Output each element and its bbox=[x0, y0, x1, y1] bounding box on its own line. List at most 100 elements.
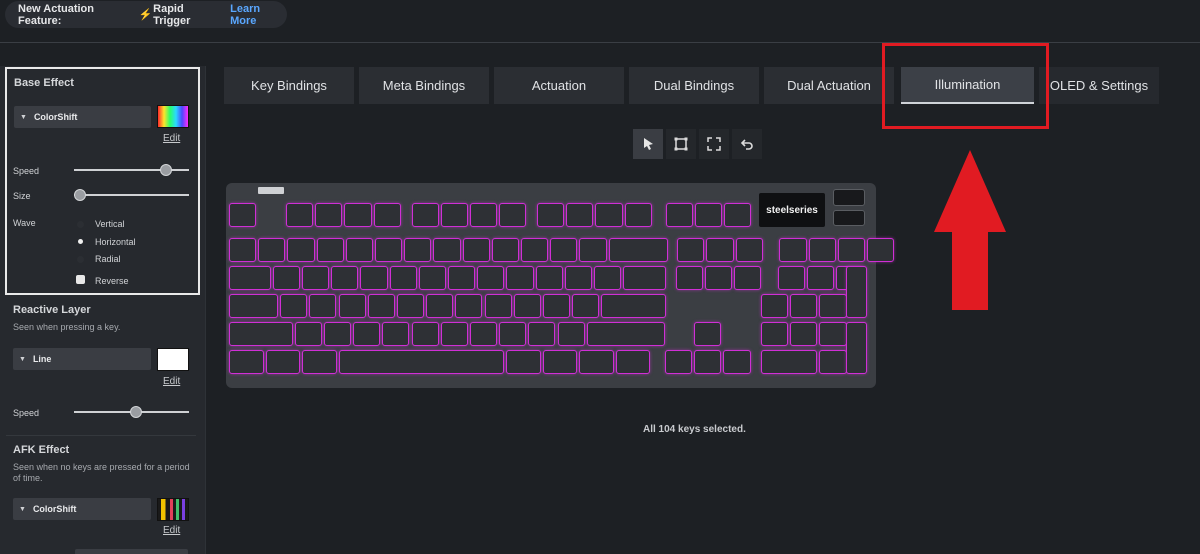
keyboard-key[interactable] bbox=[586, 322, 665, 346]
keyboard-key[interactable] bbox=[287, 238, 315, 262]
keyboard-key[interactable] bbox=[229, 266, 271, 290]
keyboard-key[interactable] bbox=[535, 266, 563, 290]
keyboard-key[interactable] bbox=[761, 350, 818, 374]
keyboard-key[interactable] bbox=[513, 294, 541, 318]
keyboard-key[interactable] bbox=[229, 294, 279, 318]
keyboard-key[interactable] bbox=[229, 238, 257, 262]
keyboard-key[interactable] bbox=[846, 266, 868, 318]
keyboard-key[interactable] bbox=[579, 238, 607, 262]
keyboard-key[interactable] bbox=[790, 294, 818, 318]
afk-effect-dropdown[interactable]: ▼ ColorShift bbox=[13, 498, 151, 520]
keyboard-key[interactable] bbox=[353, 322, 381, 346]
fullscreen-icon[interactable] bbox=[699, 129, 729, 159]
keyboard-key[interactable] bbox=[579, 350, 614, 374]
keyboard-key[interactable] bbox=[537, 203, 565, 227]
keyboard-key[interactable] bbox=[595, 203, 623, 227]
keyboard-key[interactable] bbox=[302, 350, 337, 374]
keyboard-key[interactable] bbox=[867, 238, 895, 262]
afk-edit-link[interactable]: Edit bbox=[163, 525, 180, 536]
keyboard-key[interactable] bbox=[373, 203, 401, 227]
keyboard-key[interactable] bbox=[846, 322, 868, 374]
reactive-edit-link[interactable]: Edit bbox=[163, 376, 180, 387]
wave-radial-radio[interactable] bbox=[77, 256, 84, 263]
keyboard-key[interactable] bbox=[564, 266, 592, 290]
keyboard-key[interactable] bbox=[779, 238, 807, 262]
tab-actuation[interactable]: Actuation bbox=[494, 67, 624, 104]
tab-oled-settings[interactable]: OLED & Settings bbox=[1039, 67, 1159, 104]
keyboard-key[interactable] bbox=[367, 294, 395, 318]
keyboard-key[interactable] bbox=[229, 350, 264, 374]
keyboard-key[interactable] bbox=[734, 266, 762, 290]
keyboard-key[interactable] bbox=[344, 203, 372, 227]
keyboard-key[interactable] bbox=[819, 350, 847, 374]
keyboard-key[interactable] bbox=[389, 266, 417, 290]
keyboard-key[interactable] bbox=[807, 266, 835, 290]
keyboard-key[interactable] bbox=[790, 322, 818, 346]
afk-next-control[interactable] bbox=[75, 549, 188, 554]
reverse-checkbox[interactable] bbox=[76, 275, 85, 284]
keyboard-key[interactable] bbox=[723, 203, 752, 227]
keyboard-key[interactable] bbox=[819, 294, 847, 318]
keyboard-key[interactable] bbox=[309, 294, 337, 318]
keyboard-key[interactable] bbox=[499, 203, 527, 227]
keyboard-key[interactable] bbox=[572, 294, 600, 318]
tab-key-bindings[interactable]: Key Bindings bbox=[224, 67, 354, 104]
keyboard-key[interactable] bbox=[723, 350, 751, 374]
speed-slider-thumb[interactable] bbox=[160, 164, 172, 176]
keyboard-key[interactable] bbox=[433, 238, 461, 262]
keyboard-key[interactable] bbox=[665, 350, 693, 374]
keyboard-key[interactable] bbox=[615, 350, 651, 374]
learn-more-link[interactable]: Learn More bbox=[230, 3, 287, 27]
keyboard-key[interactable] bbox=[665, 203, 693, 227]
size-slider-track[interactable] bbox=[74, 194, 189, 196]
keyboard-key[interactable] bbox=[819, 322, 847, 346]
keyboard-key[interactable] bbox=[294, 322, 322, 346]
reactive-color-swatch[interactable] bbox=[157, 348, 189, 371]
keyboard-key[interactable] bbox=[315, 203, 343, 227]
keyboard-key[interactable] bbox=[258, 238, 286, 262]
base-effect-dropdown[interactable]: ▼ ColorShift bbox=[14, 106, 151, 128]
keyboard-key[interactable] bbox=[735, 238, 763, 262]
keyboard-key[interactable] bbox=[440, 203, 468, 227]
keyboard-key[interactable] bbox=[542, 294, 571, 318]
media-button[interactable] bbox=[833, 210, 865, 226]
keyboard-key[interactable] bbox=[272, 266, 300, 290]
keyboard-key[interactable] bbox=[761, 294, 789, 318]
keyboard-key[interactable] bbox=[462, 238, 490, 262]
keyboard-key[interactable] bbox=[677, 238, 705, 262]
wave-vertical-radio[interactable] bbox=[77, 221, 84, 228]
keyboard-key[interactable] bbox=[608, 238, 668, 262]
keyboard-key[interactable] bbox=[506, 350, 541, 374]
keyboard-key[interactable] bbox=[469, 322, 498, 346]
keyboard-key[interactable] bbox=[694, 322, 722, 346]
keyboard-key[interactable] bbox=[808, 238, 836, 262]
keyboard-key[interactable] bbox=[316, 238, 344, 262]
tab-dual-actuation[interactable]: Dual Actuation bbox=[764, 67, 894, 104]
reactive-effect-dropdown[interactable]: ▼ Line bbox=[13, 348, 151, 370]
keyboard-key[interactable] bbox=[396, 294, 425, 318]
keyboard-key[interactable] bbox=[528, 322, 556, 346]
keyboard-key[interactable] bbox=[624, 203, 652, 227]
keyboard-key[interactable] bbox=[499, 322, 527, 346]
keyboard-key[interactable] bbox=[229, 322, 293, 346]
keyboard-key[interactable] bbox=[302, 266, 330, 290]
keyboard-key[interactable] bbox=[448, 266, 476, 290]
keyboard-key[interactable] bbox=[491, 238, 519, 262]
keyboard-key[interactable] bbox=[323, 322, 352, 346]
afk-color-swatch[interactable] bbox=[157, 498, 189, 521]
keyboard-key[interactable] bbox=[694, 350, 722, 374]
pointer-icon[interactable] bbox=[633, 129, 663, 159]
media-knob[interactable] bbox=[833, 189, 865, 206]
base-effect-edit-link[interactable]: Edit bbox=[163, 133, 180, 144]
keyboard-key[interactable] bbox=[777, 266, 806, 290]
keyboard-key[interactable] bbox=[506, 266, 534, 290]
keyboard-key[interactable] bbox=[285, 203, 314, 227]
tab-dual-bindings[interactable]: Dual Bindings bbox=[629, 67, 759, 104]
size-slider-thumb[interactable] bbox=[74, 189, 86, 201]
keyboard-key[interactable] bbox=[837, 238, 865, 262]
base-color-swatch[interactable] bbox=[157, 105, 189, 128]
keyboard-key[interactable] bbox=[566, 203, 594, 227]
keyboard-key[interactable] bbox=[360, 266, 388, 290]
keyboard-key[interactable] bbox=[594, 266, 622, 290]
keyboard-key[interactable] bbox=[338, 350, 505, 374]
